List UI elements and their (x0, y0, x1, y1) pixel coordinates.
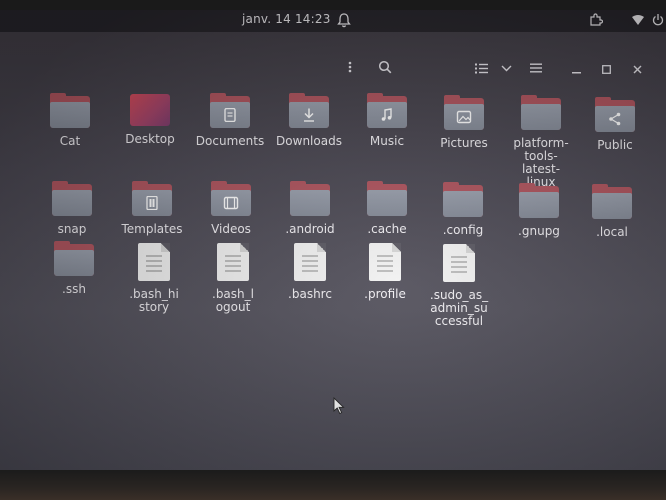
text-file-icon (138, 243, 170, 281)
folder-icon (52, 181, 92, 216)
item-label: snap (57, 222, 87, 236)
monitor-bezel-top (0, 0, 666, 10)
item-label: Downloads (276, 134, 342, 148)
folder-icon (367, 181, 407, 216)
file-item[interactable]: .bash_history (109, 243, 199, 314)
text-file-icon (217, 243, 249, 281)
folder-icon (595, 97, 635, 132)
folder-icon (290, 181, 330, 216)
folder-icon (444, 95, 484, 130)
folder-item[interactable]: Documents (185, 93, 275, 148)
download-emblem-icon (304, 108, 314, 122)
picture-emblem-icon (456, 110, 472, 124)
text-file-icon (369, 243, 401, 281)
folder-item[interactable]: snap (27, 181, 117, 236)
folder-icon (50, 93, 90, 128)
folder-icon (367, 93, 407, 128)
folder-item[interactable]: .ssh (29, 241, 119, 296)
text-file-icon (443, 244, 475, 282)
item-label: .local (596, 225, 628, 239)
folder-icon (211, 181, 251, 216)
share-emblem-icon (609, 112, 621, 126)
item-label: Templates (121, 222, 183, 236)
template-emblem-icon (146, 196, 158, 210)
folder-item[interactable]: Videos (186, 181, 276, 236)
item-label: .ssh (62, 282, 86, 296)
folder-icon (521, 95, 561, 130)
monitor-bezel-bottom (0, 470, 666, 500)
folder-icon (54, 241, 94, 276)
mouse-pointer-icon (333, 397, 345, 415)
folder-icon (132, 181, 172, 216)
item-label: .bash_logout (212, 287, 254, 314)
document-emblem-icon (224, 108, 236, 122)
desktop-folder-icon (130, 94, 170, 126)
folder-item[interactable]: Downloads (264, 93, 354, 148)
item-label: .bash_history (129, 287, 179, 314)
item-label: platform-tools-latest-linux (513, 136, 569, 189)
item-label: Videos (211, 222, 251, 236)
folder-item[interactable]: Public (570, 97, 660, 152)
folder-icon (443, 182, 483, 217)
folder-item[interactable]: Desktop (105, 94, 195, 146)
item-label: Documents (195, 134, 265, 148)
music-emblem-icon (381, 108, 392, 121)
folder-icon (210, 93, 250, 128)
folder-item[interactable]: Cat (25, 93, 115, 148)
folder-item[interactable]: .local (567, 184, 657, 239)
folder-icon (289, 93, 329, 128)
folder-icon (592, 184, 632, 219)
file-item[interactable]: .sudo_as_admin_successful (414, 244, 504, 328)
screen: janv. 14 14:23 Cat Desktop Documents Dow… (0, 10, 666, 470)
video-emblem-icon (223, 196, 239, 210)
folder-item[interactable]: Templates (107, 181, 197, 236)
item-label: Cat (59, 134, 81, 148)
item-label: .sudo_as_admin_successful (429, 288, 489, 328)
item-label: Public (597, 138, 633, 152)
item-label: Desktop (125, 132, 175, 146)
folder-icon (519, 183, 559, 218)
text-file-icon (294, 243, 326, 281)
